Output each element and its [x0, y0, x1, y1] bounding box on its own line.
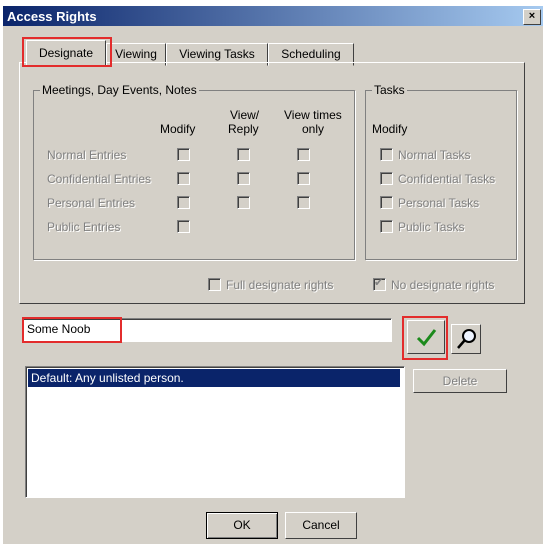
- checkbox-confidential-modify[interactable]: [177, 172, 190, 185]
- checkbox-normal-tasks[interactable]: [380, 148, 393, 161]
- label-confidential-tasks: Confidential Tasks: [398, 172, 496, 186]
- label-personal-tasks: Personal Tasks: [398, 196, 480, 210]
- add-button[interactable]: [407, 320, 445, 354]
- label-no-designate: No designate rights: [391, 278, 495, 292]
- label-public-tasks: Public Tasks: [398, 220, 465, 234]
- row-normal-entries: Normal Entries: [47, 148, 127, 162]
- row-public-entries: Public Entries: [47, 220, 121, 234]
- checkbox-confidential-view-times[interactable]: [297, 172, 310, 185]
- checkbox-public-tasks[interactable]: [380, 220, 393, 233]
- checkmark-icon: [416, 329, 437, 347]
- checkbox-normal-modify[interactable]: [177, 148, 190, 161]
- col-view-reply-header-1: View/: [230, 108, 260, 122]
- delete-button[interactable]: Delete: [413, 369, 507, 393]
- checkbox-personal-view-reply[interactable]: [237, 196, 250, 209]
- checkbox-full-designate[interactable]: [208, 278, 221, 291]
- checkbox-normal-view-times[interactable]: [297, 148, 310, 161]
- ok-button[interactable]: OK: [206, 512, 278, 539]
- cancel-button[interactable]: Cancel: [285, 512, 357, 539]
- checkbox-personal-view-times[interactable]: [297, 196, 310, 209]
- close-icon[interactable]: ×: [523, 9, 541, 25]
- row-confidential-entries: Confidential Entries: [47, 172, 152, 186]
- tasks-group-title: Tasks: [372, 83, 407, 97]
- checkbox-confidential-tasks[interactable]: [380, 172, 393, 185]
- tab-designate[interactable]: Designate: [26, 40, 106, 66]
- checkbox-personal-modify[interactable]: [177, 196, 190, 209]
- label-full-designate: Full designate rights: [226, 278, 334, 292]
- col-view-times-header-1: View times: [284, 108, 342, 122]
- list-item[interactable]: Default: Any unlisted person.: [28, 369, 400, 387]
- checkbox-normal-view-reply[interactable]: [237, 148, 250, 161]
- col-view-reply-header-2: Reply: [228, 122, 259, 136]
- checkbox-no-designate[interactable]: ✔: [373, 277, 386, 291]
- checkbox-public-modify[interactable]: [177, 220, 190, 233]
- col-modify-header: Modify: [160, 122, 196, 136]
- search-button[interactable]: [451, 324, 481, 354]
- meetings-group-title: Meetings, Day Events, Notes: [40, 83, 199, 97]
- magnifier-icon: [457, 329, 476, 349]
- tasks-col-modify-header: Modify: [372, 122, 408, 136]
- checkbox-confidential-view-reply[interactable]: [237, 172, 250, 185]
- designate-list[interactable]: Default: Any unlisted person.: [25, 366, 405, 498]
- dialog-title: Access Rights: [7, 9, 97, 24]
- col-view-times-header-2: only: [302, 122, 325, 136]
- row-personal-entries: Personal Entries: [47, 196, 136, 210]
- label-normal-tasks: Normal Tasks: [398, 148, 471, 162]
- name-input[interactable]: Some Noob: [22, 318, 392, 342]
- checkbox-personal-tasks[interactable]: [380, 196, 393, 209]
- title-bar: Access Rights ×: [3, 6, 543, 26]
